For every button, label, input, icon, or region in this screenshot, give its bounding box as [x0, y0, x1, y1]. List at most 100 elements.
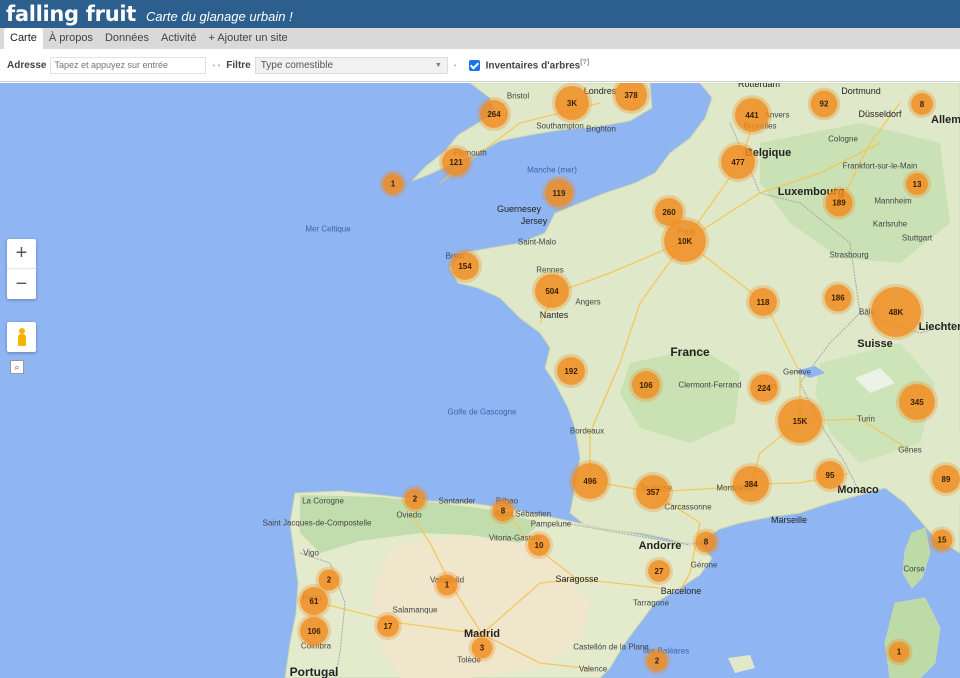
- map-label: Bordeaux: [569, 426, 605, 436]
- map-label: Genève: [782, 367, 812, 377]
- magnifier-icon[interactable]: ⌕: [10, 360, 24, 374]
- inventory-checkbox[interactable]: [468, 59, 480, 71]
- map-label: Golfe de Gascogne: [447, 407, 517, 417]
- cluster-marker[interactable]: 189: [825, 189, 853, 217]
- map-label: Suisse: [857, 338, 893, 350]
- cluster-marker[interactable]: 2: [404, 488, 426, 510]
- cluster-marker[interactable]: 106: [632, 371, 660, 399]
- cluster-marker[interactable]: 3K: [555, 86, 589, 120]
- cluster-marker[interactable]: 92: [810, 90, 838, 118]
- map-label: Mannheim: [874, 196, 912, 206]
- map-label: Castellón de la Plana: [573, 642, 649, 652]
- map-label: Brighton: [586, 124, 616, 134]
- cluster-marker[interactable]: 15: [931, 529, 953, 551]
- map-label: Jersey: [520, 216, 548, 226]
- map-label: Düsseldorf: [858, 109, 902, 119]
- filter-label: Filtre: [226, 59, 251, 71]
- tab-carte[interactable]: Carte: [4, 28, 43, 49]
- cluster-marker[interactable]: 10K: [664, 220, 706, 262]
- cluster-marker[interactable]: 441: [735, 98, 769, 132]
- map-canvas[interactable]: Rotterdam Dortmund Bristol Londres Anvers Düs…: [0, 83, 960, 678]
- inventory-help-link[interactable]: [?]: [580, 59, 589, 66]
- map-label: Strasbourg: [829, 250, 869, 260]
- tab-donnees[interactable]: Données: [99, 28, 155, 49]
- app-logo[interactable]: falling fruit: [6, 0, 136, 28]
- address-label: Adresse: [7, 59, 47, 71]
- map-label: Saint Jacques-de-Compostelle: [262, 518, 372, 528]
- cluster-marker[interactable]: 10: [528, 534, 550, 556]
- cluster-marker[interactable]: 357: [636, 475, 670, 509]
- pegman-icon: [17, 328, 26, 346]
- map-label: Salamanque: [392, 605, 438, 615]
- cluster-marker[interactable]: 89: [932, 465, 960, 493]
- separator: •: [453, 60, 457, 70]
- map-label: Oviedo: [396, 510, 422, 520]
- map-label: Liechter: [918, 321, 960, 333]
- cluster-marker[interactable]: 504: [535, 274, 569, 308]
- app-tagline: Carte du glanage urbain !: [145, 9, 293, 24]
- street-view-pegman[interactable]: [7, 322, 36, 352]
- type-select[interactable]: Type comestible ▼: [254, 56, 448, 74]
- cluster-marker[interactable]: 224: [750, 374, 778, 402]
- zoom-out-button[interactable]: −: [7, 269, 36, 299]
- cluster-marker[interactable]: 496: [572, 463, 608, 499]
- map-label: Allem: [931, 114, 960, 126]
- map-label: La Corogne: [302, 496, 344, 506]
- cluster-marker[interactable]: 8: [695, 531, 717, 553]
- cluster-marker[interactable]: 121: [442, 148, 470, 176]
- map-label: Andorre: [638, 540, 682, 552]
- tab-activite[interactable]: Activité: [155, 28, 202, 49]
- map-label: Guernesey: [496, 204, 542, 214]
- map-label: Nantes: [539, 310, 569, 320]
- zoom-in-button[interactable]: +: [7, 239, 36, 269]
- map-label: Marseille: [770, 515, 808, 525]
- cluster-marker[interactable]: 1: [382, 173, 404, 195]
- cluster-marker[interactable]: 192: [557, 357, 585, 385]
- cluster-marker[interactable]: 118: [749, 288, 777, 316]
- cluster-marker[interactable]: 186: [824, 284, 852, 312]
- cluster-marker[interactable]: 95: [816, 461, 844, 489]
- cluster-marker[interactable]: 1: [888, 641, 910, 663]
- cluster-marker[interactable]: 477: [721, 145, 755, 179]
- cluster-marker[interactable]: 264: [480, 100, 508, 128]
- cluster-marker[interactable]: 3: [471, 637, 493, 659]
- map-label: Angers: [575, 297, 601, 307]
- map-label: Turin: [857, 414, 875, 424]
- filter-toolbar: Adresse • • Filtre Type comestible ▼ • I…: [0, 49, 960, 82]
- map-label: France: [670, 345, 710, 359]
- map-label: Monaco: [837, 484, 879, 496]
- cluster-marker[interactable]: 1: [436, 574, 458, 596]
- cluster-marker[interactable]: 61: [300, 587, 328, 615]
- map-label: Cologne: [828, 134, 858, 144]
- cluster-marker[interactable]: 154: [451, 252, 479, 280]
- map-label: Carcassonne: [664, 502, 712, 512]
- inventory-label-text: Inventaires d'arbres: [485, 60, 581, 72]
- cluster-marker[interactable]: 13: [906, 173, 928, 195]
- cluster-marker[interactable]: 106: [300, 617, 328, 645]
- zoom-control: + −: [7, 239, 36, 299]
- cluster-marker[interactable]: 345: [899, 384, 935, 420]
- map-base: [284, 83, 960, 678]
- cluster-marker[interactable]: 8: [911, 93, 933, 115]
- map-label: Vigo: [303, 548, 319, 558]
- map-label: Saint-Malo: [517, 237, 557, 247]
- cluster-marker[interactable]: 119: [545, 179, 573, 207]
- map-label: Pampelune: [530, 519, 572, 529]
- cluster-marker[interactable]: 2: [318, 569, 340, 591]
- address-input[interactable]: [50, 56, 207, 74]
- map-label: Barcelone: [660, 586, 702, 596]
- cluster-marker[interactable]: 27: [648, 560, 670, 582]
- map-label: Rotterdam: [737, 83, 781, 89]
- cluster-marker[interactable]: 15K: [778, 399, 822, 443]
- cluster-marker[interactable]: 17: [377, 615, 399, 637]
- tab-a-propos[interactable]: À propos: [43, 28, 99, 49]
- map-label: Dortmund: [841, 86, 881, 96]
- cluster-marker[interactable]: 48K: [871, 287, 921, 337]
- cluster-marker[interactable]: 8: [492, 500, 514, 522]
- chevron-down-icon: ▼: [434, 61, 442, 69]
- land-baleares: [728, 655, 755, 673]
- cluster-marker[interactable]: 2: [646, 650, 668, 672]
- cluster-marker[interactable]: 384: [733, 466, 769, 502]
- tab-ajouter-site[interactable]: + Ajouter un site: [202, 28, 293, 49]
- map-label: Manche (mer): [527, 165, 577, 175]
